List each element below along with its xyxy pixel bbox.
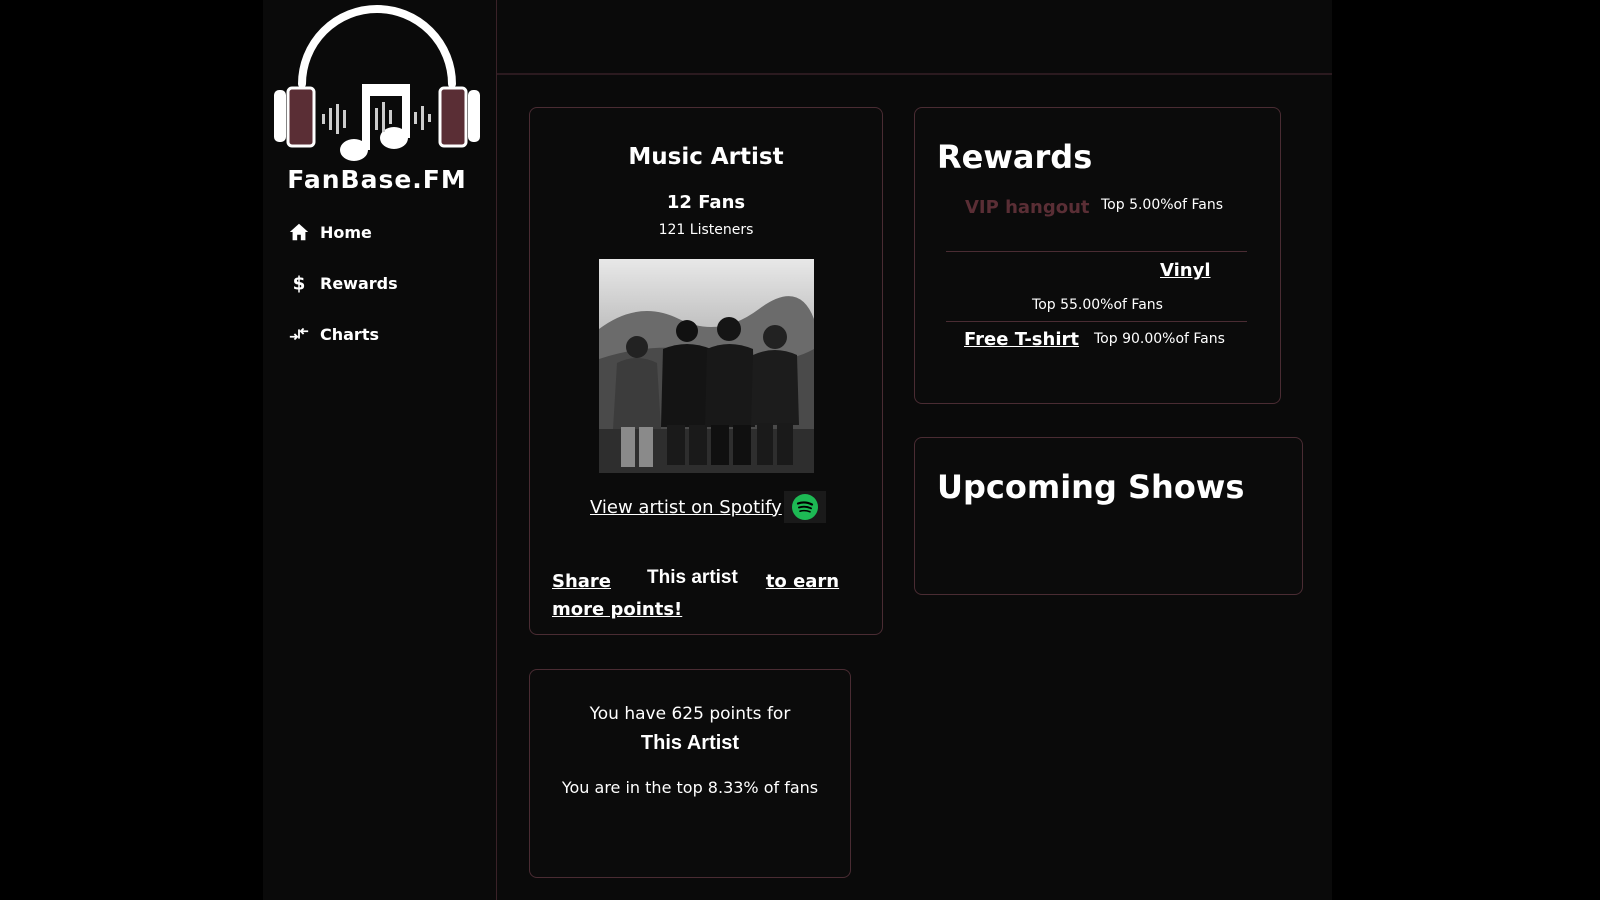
points-artist-name: This Artist [640, 732, 740, 754]
upcoming-shows-title: Upcoming Shows [937, 468, 1245, 506]
reward-vip-hangout[interactable]: VIP hangout [965, 197, 1090, 218]
points-summary: You have 625 points for [589, 704, 791, 724]
fan-rank-text: You are in the top 8.33% of fans [561, 778, 819, 797]
sidebar-item-label: Home [320, 222, 372, 242]
reward-free-tshirt-threshold: Top 90.00%of Fans [1094, 331, 1225, 347]
share-earn-link[interactable]: to earn [766, 571, 839, 592]
reward-free-tshirt[interactable]: Free T-shirt [964, 329, 1079, 350]
app-container: FanBase.FM Home $ Rewards Charts Music A… [263, 0, 1332, 900]
sidebar-item-label: Rewards [320, 273, 398, 293]
top-bar [497, 0, 1332, 75]
brand-name: FanBase.FM [287, 165, 467, 194]
page-background: FanBase.FM Home $ Rewards Charts Music A… [0, 0, 1568, 900]
points-card: You have 625 points for This Artist You … [529, 669, 851, 878]
sidebar-item-home[interactable]: Home [288, 217, 372, 247]
share-artist-name: This artist [647, 567, 738, 588]
share-link[interactable]: Share [552, 571, 611, 592]
artist-photo [599, 259, 814, 473]
rewards-title: Rewards [937, 138, 1093, 176]
artist-listener-count: 121 Listeners [658, 222, 754, 238]
reward-vip-hangout-threshold: Top 5.00%of Fans [1101, 197, 1224, 213]
sidebar-item-rewards[interactable]: $ Rewards [288, 268, 398, 298]
share-more-points-link[interactable]: more points! [552, 599, 682, 620]
spotify-link[interactable]: View artist on Spotify [590, 497, 782, 518]
share-prompt: Share This artist to earn more points! [552, 567, 867, 624]
artist-name: Music Artist [628, 144, 784, 170]
artist-card: Music Artist 12 Fans 121 Listeners View … [529, 107, 883, 635]
reward-divider [946, 251, 1247, 252]
spotify-badge[interactable] [783, 491, 826, 523]
spotify-row: View artist on Spotify [590, 491, 826, 523]
fanbase-logo[interactable]: FanBase.FM [274, 4, 480, 194]
upcoming-shows-card: Upcoming Shows [914, 437, 1303, 595]
dollar-icon: $ [293, 273, 306, 294]
reward-divider [946, 321, 1247, 322]
svg-text:$: $ [293, 273, 306, 294]
sidebar: FanBase.FM Home $ Rewards Charts [263, 0, 497, 900]
reward-vinyl[interactable]: Vinyl [1160, 260, 1211, 281]
reward-vinyl-threshold: Top 55.00%of Fans [1032, 297, 1163, 313]
compare-arrows-icon [289, 327, 309, 341]
artist-fan-count: 12 Fans [666, 192, 746, 213]
home-icon [289, 223, 309, 241]
rewards-card: Rewards VIP hangout Top 5.00%of Fans Vin… [914, 107, 1281, 404]
sidebar-item-charts[interactable]: Charts [288, 319, 379, 349]
sidebar-item-label: Charts [320, 324, 379, 344]
spotify-icon [791, 494, 818, 520]
